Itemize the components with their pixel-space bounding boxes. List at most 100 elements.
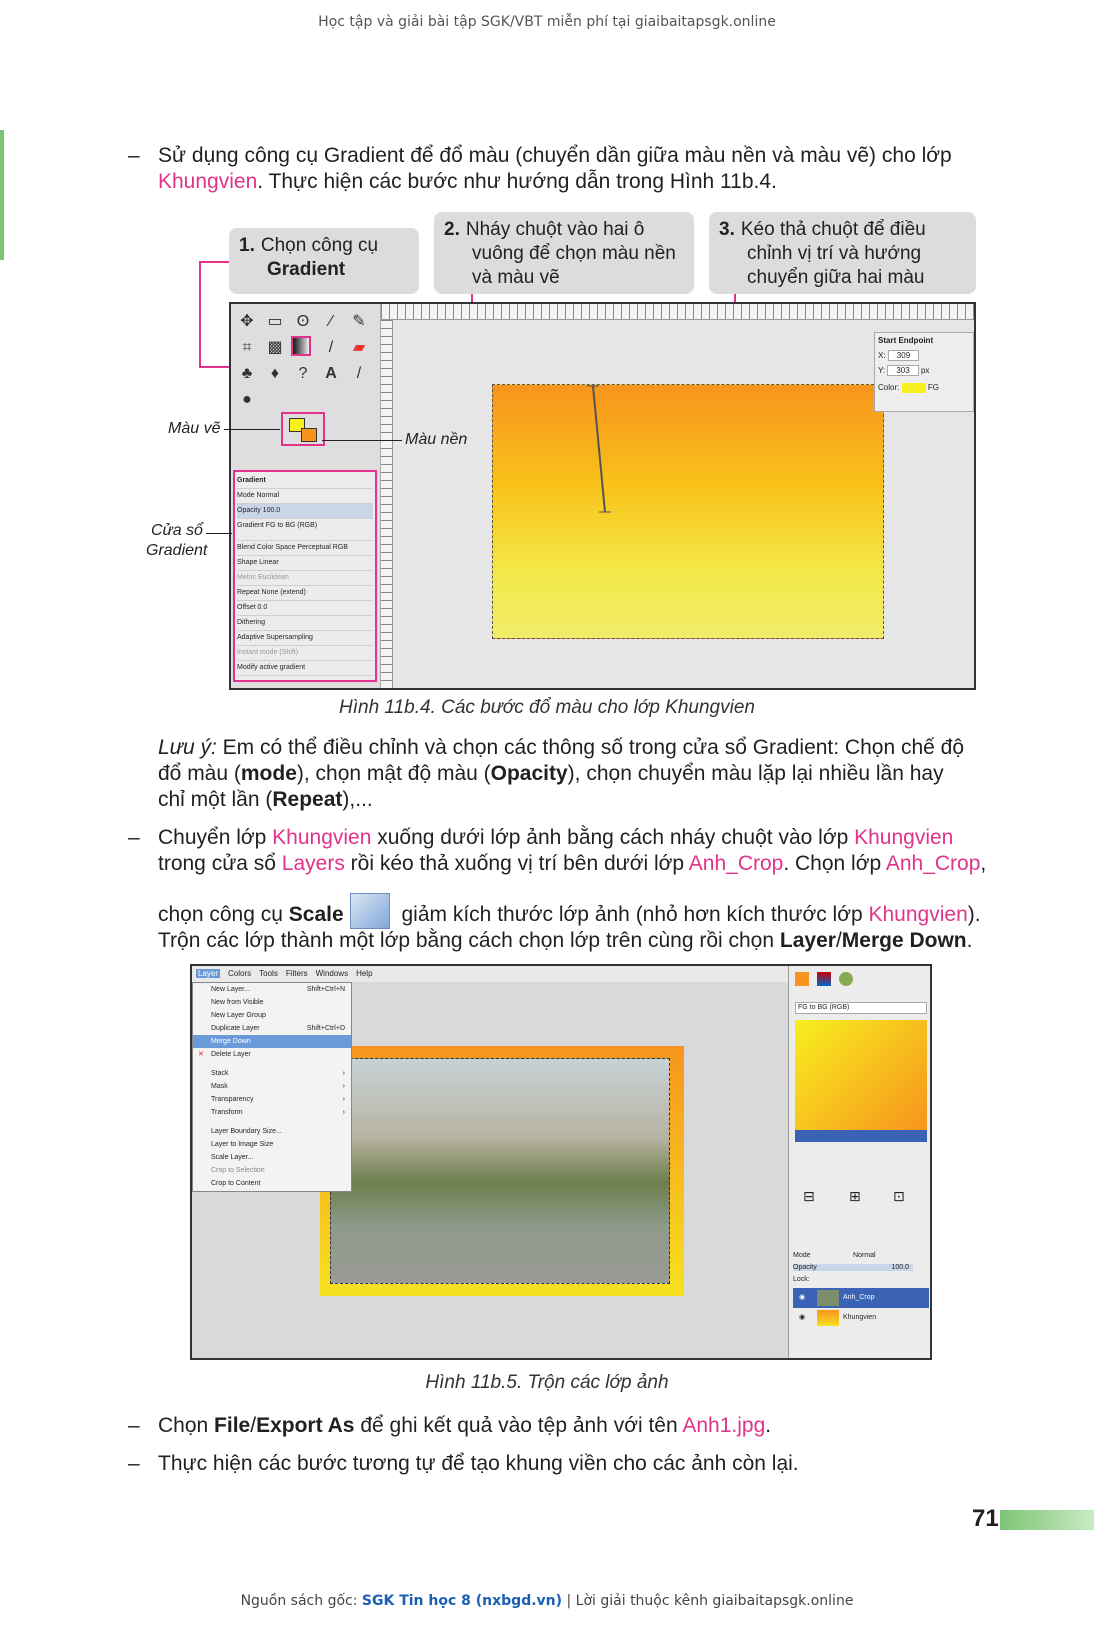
step-1-number: 1.	[239, 235, 255, 256]
label-mau-nen: Màu nền	[405, 431, 468, 448]
unit-select[interactable]: px	[921, 366, 929, 375]
caption-figure-2: Hình 11b.5. Trộn các lớp ảnh	[425, 1372, 669, 1393]
menu-item[interactable]: New Layer... Shift+Ctrl+N	[193, 983, 351, 996]
menu-item[interactable]: Crop to Content	[193, 1177, 351, 1190]
submenu-arrow-icon: ›	[342, 1096, 345, 1103]
p3-b: để ghi kết quả vào tệp ảnh với tên	[354, 1414, 683, 1437]
layer-menu: New Layer... Shift+Ctrl+N New from Visibl…	[192, 982, 352, 1192]
gradient-preview	[795, 1020, 927, 1130]
p2-a2: xuống dưới lớp ảnh bằng cách nháy chuột …	[371, 826, 855, 849]
mode-select[interactable]: Normal	[853, 1252, 876, 1259]
p1-line2: Khungvien. Thực hiện các bước như hướng …	[158, 169, 994, 195]
step-3-number: 3.	[719, 219, 735, 240]
keyword-anh-crop: Anh_Crop	[688, 852, 784, 875]
submenu-arrow-icon: ›	[342, 1109, 345, 1116]
menu-item-label: Crop to Selection	[211, 1167, 265, 1174]
menu-item-label: Merge Down	[211, 1038, 251, 1045]
layer-row-anh-crop[interactable]: ◉ Anh_Crop	[793, 1288, 929, 1308]
palette-tab-icon[interactable]	[839, 972, 853, 986]
menu-windows[interactable]: Windows	[316, 969, 348, 978]
menu-item-label: Transparency	[211, 1096, 254, 1103]
menu-item[interactable]: Duplicate Layer Shift+Ctrl+D	[193, 1022, 351, 1035]
keyword-khungvien: Khungvien	[854, 826, 954, 849]
menu-item[interactable]: Stack ›	[193, 1067, 351, 1080]
plus-icon[interactable]: ⊞	[849, 1188, 861, 1205]
menu-item[interactable]: New Layer Group	[193, 1009, 351, 1022]
eye-icon[interactable]: ◉	[799, 1308, 805, 1328]
step-3-text-2: chỉnh vị trí và hướng	[747, 243, 922, 264]
paragraph-4: Thực hiện các bước tương tự để tạo khung…	[158, 1452, 799, 1475]
keyword-khungvien: Khungvien	[158, 170, 258, 193]
p2-b3: . Chọn lớp	[783, 852, 886, 875]
menu-item[interactable]: Layer Boundary Size...	[193, 1125, 351, 1138]
menu-filters[interactable]: Filters	[286, 969, 308, 978]
note-t2c: ), chọn chuyển màu lặp lại nhiều lần hay	[567, 762, 944, 785]
endpoint-color-swatch[interactable]	[901, 383, 926, 393]
menu-shortcut: Shift+Ctrl+D	[306, 1025, 345, 1032]
menu-item-label: Transform	[211, 1109, 243, 1116]
menu-item[interactable]: ✕ Delete Layer	[193, 1048, 351, 1061]
p2-b1: trong cửa sổ	[158, 852, 282, 875]
menu-item[interactable]: Scale Layer...	[193, 1151, 351, 1164]
footer-c: | Lời giải thuộc kênh giaibaitapsgk.onli…	[562, 1593, 854, 1609]
keyword-khungvien: Khungvien	[868, 903, 968, 926]
gradient-slider[interactable]	[795, 1130, 927, 1142]
note-paragraph: Lưu ý: Em có thể điều chỉnh và chọn các …	[158, 735, 994, 813]
menu-item[interactable]: Layer to Image Size	[193, 1138, 351, 1151]
note-opacity: Opacity	[490, 762, 568, 785]
layer-name: Anh_Crop	[843, 1294, 875, 1301]
note-t3a: chỉ một lần (	[158, 788, 273, 811]
menu-item-label: Crop to Content	[211, 1180, 261, 1187]
step-2-number: 2.	[444, 219, 460, 240]
step-2-text-3: và màu vẽ	[472, 267, 560, 288]
menu-item-merge-down[interactable]: Merge Down	[193, 1035, 351, 1048]
menu-item[interactable]: Transform ›	[193, 1106, 351, 1119]
color-select[interactable]: FG	[928, 383, 939, 392]
p2-scale: Scale	[288, 903, 344, 926]
fg-bg-tab-icon[interactable]	[795, 972, 809, 986]
eye-icon[interactable]: ◉	[799, 1288, 805, 1308]
bullet-dash: –	[128, 144, 140, 167]
connector-line	[199, 261, 229, 263]
keyword-layers: Layers	[281, 852, 345, 875]
p2-d1: Trộn các lớp thành một lớp bằng cách chọ…	[158, 929, 780, 952]
footer-a: Nguồn sách gốc:	[240, 1593, 362, 1609]
gradient-tab-icon[interactable]	[817, 972, 831, 986]
page-footer: Nguồn sách gốc: SGK Tin học 8 (nxbgd.vn)…	[0, 1593, 1094, 1609]
mode-label: Mode	[793, 1252, 811, 1259]
menu-item[interactable]: Transparency ›	[193, 1093, 351, 1106]
p3-c: .	[765, 1414, 772, 1437]
p2-merge: Merge Down	[841, 929, 967, 952]
menu-help[interactable]: Help	[356, 969, 372, 978]
menu-layer[interactable]: Layer	[196, 969, 221, 978]
opacity-row[interactable]: Opacity 100.0	[793, 1264, 913, 1271]
opacity-value: 100.0	[891, 1264, 909, 1271]
note-t2a: đổ màu (	[158, 762, 241, 785]
keyword-anh-crop: Anh_Crop	[885, 852, 981, 875]
bullet-dash: –	[128, 1414, 140, 1437]
layer-row-khungvien[interactable]: ◉ Khungvien	[793, 1308, 929, 1328]
menu-item-label: Stack	[211, 1070, 229, 1077]
menu-item-label: New Layer Group	[211, 1012, 266, 1019]
keyword-khungvien: Khungvien	[272, 826, 372, 849]
menu-item: Crop to Selection	[193, 1164, 351, 1177]
menu-colors[interactable]: Colors	[228, 969, 251, 978]
page-header: Học tập và giải bài tập SGK/VBT miễn phí…	[318, 14, 776, 30]
paragraph-3: Chọn File/Export As để ghi kết quả vào t…	[158, 1413, 994, 1439]
y-input[interactable]: 303	[887, 365, 919, 376]
p2-c3: ).	[967, 903, 981, 926]
x-input[interactable]: 309	[887, 350, 920, 361]
submenu-arrow-icon: ›	[342, 1083, 345, 1090]
menu-item[interactable]: Mask ›	[193, 1080, 351, 1093]
menu-tools[interactable]: Tools	[259, 969, 278, 978]
minus-icon[interactable]: ⊟	[803, 1188, 815, 1205]
menu-item-label: Mask	[211, 1083, 228, 1090]
menu-item[interactable]: New from Visible	[193, 996, 351, 1009]
footer-source-link[interactable]: SGK Tin học 8 (nxbgd.vn)	[362, 1593, 562, 1609]
note-t2b: ), chọn mật độ màu (	[296, 762, 491, 785]
gradient-name-field[interactable]: FG to BG (RGB)	[795, 1002, 927, 1014]
p3-export: Export As	[256, 1414, 355, 1437]
p2-c1: chọn công cụ	[158, 903, 289, 926]
p2-b4: ,	[980, 852, 987, 875]
fit-icon[interactable]: ⊡	[893, 1188, 905, 1205]
